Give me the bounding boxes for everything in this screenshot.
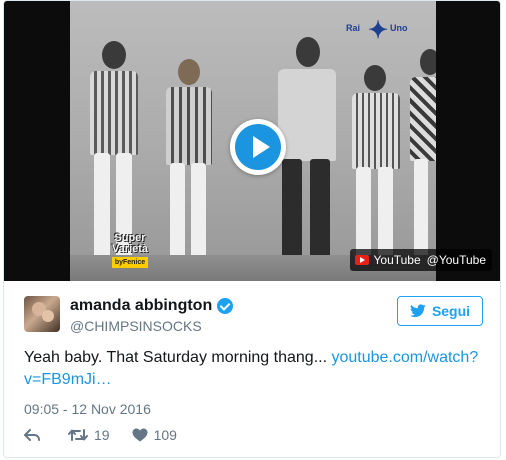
play-icon[interactable] xyxy=(235,124,281,170)
tweet-author: amanda abbington @CHIMPSINSOCKS Segui xyxy=(24,296,484,336)
tweet-actions: 19 109 xyxy=(24,426,199,444)
youtube-icon xyxy=(354,255,369,265)
show-logo-line2: Varietà xyxy=(111,243,149,255)
author-name-row: amanda abbington xyxy=(70,296,234,316)
heart-icon[interactable] xyxy=(132,428,148,442)
dancer-figure xyxy=(408,49,436,271)
author-display-name[interactable]: amanda abbington xyxy=(70,296,212,316)
video-player[interactable]: Rai ✦ Uno Super Varietà byFenice YouTube… xyxy=(4,1,500,281)
twitter-bird-icon xyxy=(409,304,426,318)
like-action[interactable]: 109 xyxy=(132,427,177,443)
youtube-attribution[interactable]: YouTube @YouTube xyxy=(349,249,492,271)
star-icon: ✦ xyxy=(368,17,389,44)
embedded-tweet-card: Rai ✦ Uno Super Varietà byFenice YouTube… xyxy=(3,0,501,458)
channel-logo: Rai ✦ Uno xyxy=(346,19,412,49)
avatar[interactable] xyxy=(24,296,60,332)
play-button[interactable] xyxy=(230,119,286,175)
reply-action[interactable] xyxy=(24,428,46,442)
dancer-figure xyxy=(346,65,406,271)
tweet-body: Yeah baby. That Saturday morning thang..… xyxy=(24,349,332,366)
follow-button-label[interactable]: Segui xyxy=(432,303,470,319)
channel-logo-text: Uno xyxy=(390,23,408,33)
tweet-text: Yeah baby. That Saturday morning thang..… xyxy=(24,347,486,391)
follow-button[interactable]: Segui xyxy=(397,296,483,326)
channel-logo-text: Rai xyxy=(346,23,361,33)
tweet-timestamp[interactable]: 09:05 - 12 Nov 2016 xyxy=(24,400,151,418)
show-logo-by: byFenice xyxy=(111,257,149,268)
youtube-source[interactable]: YouTube xyxy=(374,249,421,271)
retweet-icon[interactable] xyxy=(68,428,88,442)
show-logo: Super Varietà byFenice xyxy=(104,233,156,268)
verified-badge-icon xyxy=(217,298,234,314)
author-handle[interactable]: @CHIMPSINSOCKS xyxy=(70,317,202,335)
retweet-count[interactable]: 19 xyxy=(94,427,110,443)
reply-icon[interactable] xyxy=(24,428,40,442)
youtube-handle[interactable]: @YouTube xyxy=(427,249,486,271)
retweet-action[interactable]: 19 xyxy=(68,427,110,443)
like-count[interactable]: 109 xyxy=(154,427,177,443)
dancer-figure xyxy=(160,59,218,271)
